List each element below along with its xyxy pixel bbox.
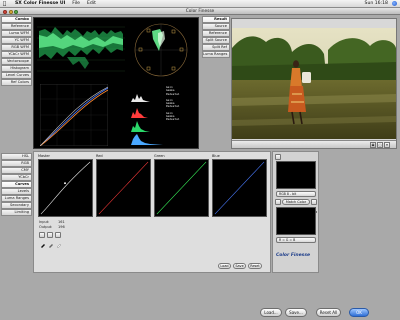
rgb-format-select[interactable]: RGB 8 - bit	[276, 191, 316, 197]
curve-label-blue: Blue	[212, 154, 220, 158]
gray-eyedropper-icon[interactable]	[47, 232, 53, 248]
clock[interactable]: Sun 16:18	[365, 1, 388, 6]
spotlight-icon[interactable]	[392, 1, 397, 6]
curve-label-green: Green	[154, 154, 165, 158]
tab-combo[interactable]: Combo	[1, 16, 32, 23]
output-label: Output:	[39, 225, 53, 229]
match-color-swatch	[276, 207, 316, 235]
tab-rgb-wfm[interactable]: RGB WFM	[1, 44, 32, 51]
red-curve-editor[interactable]	[96, 159, 151, 217]
match-target-eyedropper-icon[interactable]	[311, 199, 317, 215]
tab-reference-preview[interactable]: Reference	[202, 30, 230, 37]
save-button[interactable]: Save...	[285, 308, 307, 317]
tab-result[interactable]: Result	[202, 16, 230, 23]
ok-button[interactable]: OK	[349, 308, 369, 317]
tab-ycbcr-wfm[interactable]: YCbCr WFM	[1, 51, 32, 58]
window-titlebar: Color Finesse	[0, 8, 400, 15]
curves-load-button[interactable]: Load	[218, 263, 231, 269]
tab-yc-wfm[interactable]: YC WFM	[1, 37, 32, 44]
match-mode-select[interactable]: R = G = B	[276, 237, 316, 243]
tab-luma-ranges[interactable]: Luma Ranges	[1, 195, 32, 202]
preview-options-button[interactable]: ○	[377, 142, 383, 148]
tab-levels[interactable]: Levels	[1, 188, 32, 195]
scopes-panel: Gain Gamma Pedestal Gain Gamma Pedestal …	[33, 17, 199, 149]
tab-ycbcr[interactable]: YCbCr	[1, 174, 32, 181]
tab-rgb[interactable]: RGB	[1, 160, 32, 167]
apple-menu-icon[interactable]: 	[3, 1, 8, 7]
white-eyedropper-icon[interactable]	[55, 232, 62, 249]
tab-split-source[interactable]: Split Source	[202, 37, 230, 44]
curves-reset-button[interactable]: Reset	[248, 263, 262, 269]
tab-level-curves[interactable]: Level Curves	[1, 72, 32, 79]
load-button[interactable]: Load...	[260, 308, 282, 317]
master-curve-editor[interactable]	[38, 159, 93, 217]
tab-secondary[interactable]: Secondary	[1, 202, 32, 209]
menu-file[interactable]: File	[72, 1, 80, 6]
luma-waveform-scope	[37, 21, 125, 79]
tab-hsl[interactable]: HSL	[1, 153, 32, 160]
input-value: 161	[58, 220, 65, 224]
tab-split-ref[interactable]: Split Ref	[202, 44, 230, 51]
readout-pedestal-2: Pedestal	[166, 104, 180, 109]
color-match-panel: RGB 8 - bit Match Color R = G = B Color …	[272, 151, 319, 273]
tab-reference[interactable]: Reference	[1, 23, 32, 30]
app-screen:  SX Color Finesse UI File Edit Sun 16:1…	[0, 0, 400, 320]
output-value: 196	[58, 225, 65, 229]
reset-all-button[interactable]: Reset All	[316, 308, 341, 317]
green-curve-editor[interactable]	[154, 159, 209, 217]
minimize-window-icon[interactable]	[8, 9, 13, 14]
tab-ref-colors[interactable]: Ref Colors	[1, 79, 32, 86]
gain-gamma-readout: Gain Gamma Pedestal Gain Gamma Pedestal …	[166, 85, 180, 122]
tab-source[interactable]: Source	[202, 23, 230, 30]
blue-curve-editor[interactable]	[212, 159, 267, 217]
curves-panel: Master Red Green Blue Input: 161 Output:…	[33, 151, 271, 273]
preview-tabs: Result Source Reference Split Source Spl…	[202, 16, 230, 58]
preview-image[interactable]	[232, 28, 396, 139]
curves-save-button[interactable]: Save	[233, 263, 246, 269]
input-label: Input:	[39, 220, 50, 224]
black-eyedropper-icon[interactable]	[39, 232, 45, 248]
scope-tabs: Combo Reference Luma WFM YC WFM RGB WFM …	[1, 16, 32, 86]
tab-curves[interactable]: Curves	[1, 181, 32, 188]
window-title: Color Finesse	[185, 8, 215, 14]
preview-menu-button[interactable]: ▾	[384, 142, 390, 148]
sampled-color-swatch	[276, 161, 316, 189]
readout-pedestal-3: Pedestal	[166, 117, 180, 122]
readout-pedestal-1: Pedestal	[166, 91, 180, 96]
match-eyedropper-icon[interactable]	[275, 199, 281, 215]
tab-histogram[interactable]: Histogram	[1, 65, 32, 72]
match-color-button[interactable]: Match Color	[282, 199, 310, 205]
level-curves-scope	[40, 84, 108, 146]
main-work-area: Combo Reference Luma WFM YC WFM RGB WFM …	[0, 15, 400, 320]
curve-label-master: Master	[38, 154, 50, 158]
curve-label-red: Red	[96, 154, 103, 158]
tab-cmy[interactable]: CMY	[1, 167, 32, 174]
tab-luma-ranges-preview[interactable]: Luma Ranges	[202, 51, 230, 58]
close-window-icon[interactable]	[3, 9, 7, 14]
vectorscope	[130, 21, 192, 79]
zoom-window-icon[interactable]	[14, 9, 18, 14]
menu-edit[interactable]: Edit	[87, 1, 96, 6]
app-name-menu[interactable]: SX Color Finesse UI	[15, 1, 65, 6]
preview-toolbar: ▣ ○ ▾	[232, 140, 396, 148]
menu-bar:  SX Color Finesse UI File Edit Sun 16:1…	[0, 0, 400, 8]
rgb-histogram-scope	[130, 84, 164, 146]
color-finesse-logo: Color Finesse	[276, 253, 311, 258]
tab-limiting[interactable]: Limiting	[1, 209, 32, 216]
color-eyedropper-icon[interactable]	[275, 154, 281, 170]
zoom-fit-button[interactable]: ▣	[370, 142, 376, 148]
tab-vectorscope[interactable]: Vectorscope	[1, 58, 32, 65]
tab-luma-wfm[interactable]: Luma WFM	[1, 30, 32, 37]
correction-tabs: HSL RGB CMY YCbCr Curves Levels Luma Ran…	[1, 153, 32, 216]
